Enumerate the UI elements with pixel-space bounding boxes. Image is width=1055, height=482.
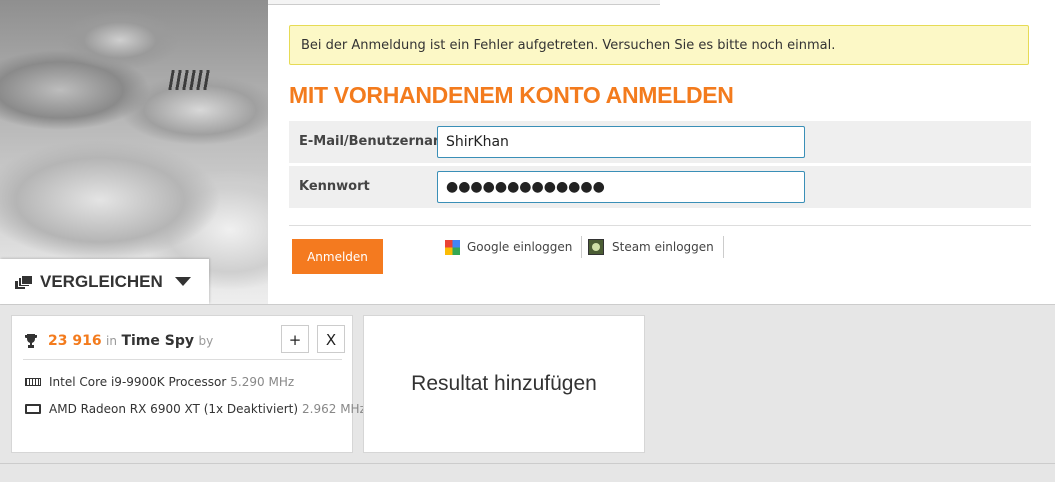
email-label: E-Mail/Benutzername (299, 134, 437, 149)
error-message: Bei der Anmeldung ist ein Fehler aufgetr… (289, 25, 1029, 65)
gpu-clock: 2.962 MHz (302, 402, 366, 416)
divider (289, 225, 1031, 226)
email-row: E-Mail/Benutzername (289, 121, 1031, 163)
top-bar-edge (268, 0, 660, 5)
gpu-icon (25, 404, 41, 414)
add-button[interactable]: + (281, 325, 309, 353)
steam-login-label: Steam einloggen (612, 240, 714, 254)
cpu-clock: 5.290 MHz (230, 375, 295, 389)
compare-tab-label: VERGLEICHEN (40, 271, 163, 291)
add-result-card[interactable]: Resultat hinzufügen (363, 315, 645, 453)
card-divider (23, 359, 342, 360)
steam-icon (588, 239, 604, 255)
cpu-name: Intel Core i9-9900K Processor (49, 375, 227, 389)
steam-login-link[interactable]: Steam einloggen (588, 236, 724, 258)
score-by-text: by (198, 334, 214, 348)
compare-tab[interactable]: VERGLEICHEN (0, 259, 209, 304)
password-label: Kennwort (299, 179, 370, 194)
score-in-text: in (106, 334, 117, 348)
gpu-spec: AMD Radeon RX 6900 XT (1x Deaktiviert) 2… (25, 402, 366, 416)
google-login-link[interactable]: Google einloggen (445, 236, 583, 258)
password-field[interactable] (437, 171, 805, 203)
login-button[interactable]: Anmelden (292, 239, 383, 274)
cpu-icon (25, 378, 41, 386)
result-score-line: 23 916 in Time Spy by (48, 333, 213, 349)
remove-button[interactable]: X (317, 325, 345, 353)
google-login-label: Google einloggen (467, 240, 573, 254)
trophy-icon (25, 334, 37, 348)
compare-icon (14, 274, 33, 290)
compare-section-bottom-line (0, 463, 1055, 464)
login-heading: MIT VORHANDENEM KONTO ANMELDEN (289, 82, 734, 108)
result-card: 23 916 in Time Spy by + X Intel Core i9-… (11, 315, 366, 453)
gpu-name: AMD Radeon RX 6900 XT (1x Deaktiviert) (49, 402, 299, 416)
email-field[interactable] (437, 126, 805, 158)
google-icon (445, 239, 460, 255)
score-value[interactable]: 23 916 (48, 333, 102, 349)
cpu-spec: Intel Core i9-9900K Processor 5.290 MHz (25, 375, 294, 389)
test-name[interactable]: Time Spy (121, 333, 194, 349)
chevron-down-icon (174, 277, 191, 286)
login-panel: Bei der Anmeldung ist ein Fehler aufgetr… (268, 0, 1055, 304)
password-row: Kennwort (289, 166, 1031, 208)
